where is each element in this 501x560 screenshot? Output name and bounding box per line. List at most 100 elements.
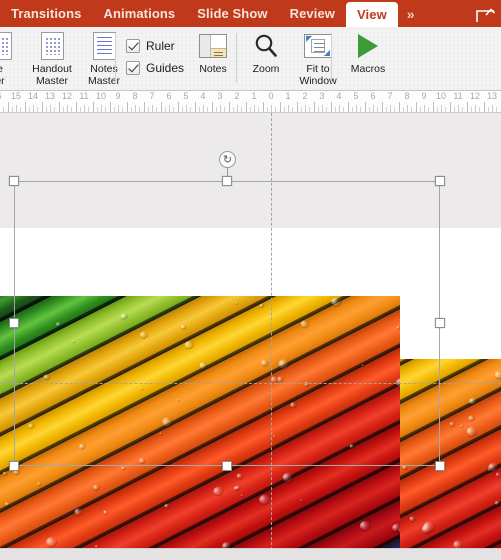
ruler-tick-major: [382, 102, 383, 112]
ruler-tick-minor: [475, 105, 476, 112]
ruler-tick-minor: [322, 105, 323, 112]
ribbon-tab-bar: Transitions Animations Slide Show Review…: [0, 0, 501, 27]
tab-review[interactable]: Review: [279, 0, 346, 27]
ruler-tick-minor: [488, 107, 489, 112]
ruler-tick-major: [433, 102, 434, 112]
selection-handle-top-right[interactable]: [435, 176, 445, 186]
selection-handle-bottom-center[interactable]: [222, 461, 232, 471]
ruler-tick-major: [331, 102, 332, 112]
ruler-label: 12: [469, 91, 481, 101]
selection-handle-bottom-right[interactable]: [435, 461, 445, 471]
zoom-button[interactable]: Zoom: [240, 27, 292, 76]
ruler-tick-minor: [118, 105, 119, 112]
ruler-tick-minor: [424, 105, 425, 112]
ruler-tick-minor: [37, 107, 38, 112]
guide-horizontal[interactable]: [0, 383, 501, 384]
ruler-tick-minor: [84, 105, 85, 112]
slide-workspace[interactable]: ↻: [0, 113, 501, 560]
ruler-tick-minor: [339, 105, 340, 112]
ruler-tick-major: [229, 102, 230, 112]
ruler-tick-major: [484, 102, 485, 112]
horizontal-ruler[interactable]: 6151413121110987654321012345678910111213: [0, 91, 501, 113]
ruler-tick-minor: [428, 107, 429, 112]
ruler-tick-major: [280, 102, 281, 112]
ribbon-group-macros: Macros: [338, 27, 398, 90]
ruler-tick-minor: [386, 107, 387, 112]
selection-handle-top-left[interactable]: [9, 176, 19, 186]
ruler-tick-minor: [33, 105, 34, 112]
tab-animations-label: Animations: [103, 6, 176, 21]
picture-background[interactable]: [400, 359, 501, 560]
ruler-label: 15: [10, 91, 22, 101]
selection-handle-middle-right[interactable]: [435, 318, 445, 328]
ruler-tick-minor: [343, 107, 344, 112]
slide-master-button[interactable]: e er: [0, 27, 26, 87]
ruler-label: 1: [285, 91, 291, 101]
chevron-double-right-icon: »: [406, 5, 415, 22]
ruler-tick-minor: [216, 107, 217, 112]
selection-handle-bottom-left[interactable]: [9, 461, 19, 471]
ruler-tick-minor: [377, 107, 378, 112]
share-button[interactable]: [471, 2, 499, 26]
macros-button[interactable]: Macros: [338, 27, 398, 76]
tab-overflow-button[interactable]: »: [398, 0, 424, 27]
ruler-label: 8: [404, 91, 410, 101]
ruler-tick-minor: [254, 105, 255, 112]
selection-handle-top-center[interactable]: [222, 176, 232, 186]
tab-animations[interactable]: Animations: [92, 0, 186, 27]
notes-master-button[interactable]: Notes Master: [78, 27, 130, 87]
fit-to-window-button[interactable]: ◤ ◢ Fit to Window: [292, 27, 344, 87]
zoom-label: Zoom: [252, 63, 280, 75]
picture-selected[interactable]: [0, 296, 400, 560]
ruler-tick-minor: [492, 105, 493, 112]
ruler-tick-major: [314, 102, 315, 112]
tab-view-label: View: [357, 7, 387, 22]
notes-button[interactable]: Notes: [190, 27, 236, 76]
ruler-tick-minor: [54, 107, 55, 112]
ruler-tick-minor: [20, 107, 21, 112]
ruler-tick-minor: [258, 107, 259, 112]
ruler-label: 6: [166, 91, 172, 101]
selection-handle-middle-left[interactable]: [9, 318, 19, 328]
ruler-tick-minor: [139, 107, 140, 112]
guide-vertical[interactable]: [271, 113, 272, 560]
ruler-tick-minor: [267, 107, 268, 112]
ruler-tick-major: [399, 102, 400, 112]
ruler-tick-minor: [63, 107, 64, 112]
magnifier-icon: [252, 31, 280, 61]
handout-master-button[interactable]: Handout Master: [26, 27, 78, 87]
ruler-tick-minor: [156, 107, 157, 112]
ruler-tick-minor: [203, 105, 204, 112]
ruler-tick-minor: [67, 105, 68, 112]
ruler-label: 7: [387, 91, 393, 101]
ruler-tick-major: [110, 102, 111, 112]
ruler-tick-minor: [352, 107, 353, 112]
ruler-tick-major: [178, 102, 179, 112]
ruler-label: 6: [370, 91, 376, 101]
ruler-tick-major: [195, 102, 196, 112]
powerpoint-window: Transitions Animations Slide Show Review…: [0, 0, 501, 560]
guides-checkbox[interactable]: Guides: [126, 57, 184, 79]
rotate-icon[interactable]: ↻: [219, 151, 236, 168]
slide-canvas[interactable]: [0, 228, 501, 560]
ruler-tick-minor: [173, 107, 174, 112]
tab-transitions[interactable]: Transitions: [0, 0, 92, 27]
ruler-tick-minor: [335, 107, 336, 112]
crayon-bands: [400, 359, 501, 560]
ruler-tick-minor: [275, 107, 276, 112]
ribbon-separator-3: [331, 33, 332, 83]
ruler-checkbox-label: Ruler: [146, 39, 175, 53]
ribbon-toolbar: e er Handout Master Notes Master: [0, 27, 501, 91]
ruler-tick-major: [297, 102, 298, 112]
ruler-tick-minor: [462, 107, 463, 112]
share-icon: [475, 7, 495, 22]
tab-view[interactable]: View: [346, 2, 398, 27]
ruler-label: 1: [251, 91, 257, 101]
ruler-label: 14: [27, 91, 39, 101]
tab-slide-show[interactable]: Slide Show: [186, 0, 278, 27]
ruler-checkbox[interactable]: Ruler: [126, 35, 184, 57]
ruler-label: 11: [79, 91, 89, 101]
ruler-label: 11: [453, 91, 463, 101]
ruler-label: 13: [486, 91, 498, 101]
ruler-tick-major: [467, 102, 468, 112]
